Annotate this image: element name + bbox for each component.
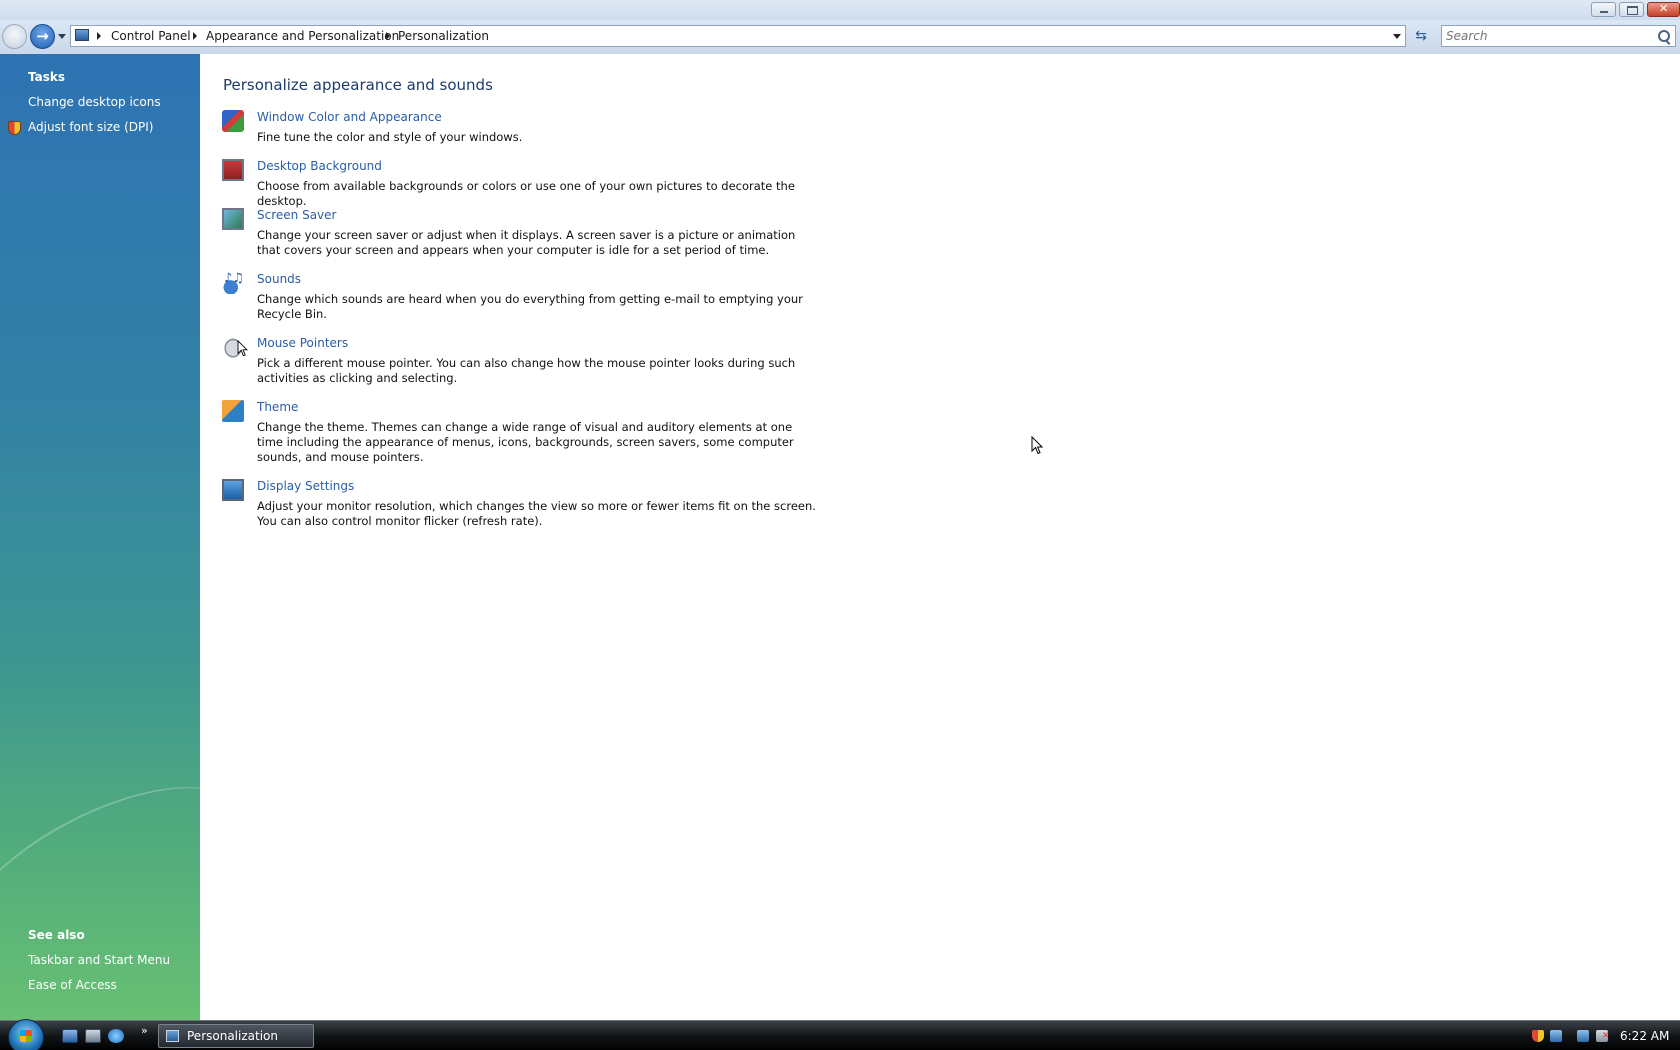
adjust-font-size-link[interactable]: Adjust font size (DPI) <box>28 120 153 134</box>
quick-launch-more-button[interactable]: » <box>141 1024 148 1037</box>
title-bar <box>0 0 1680 20</box>
address-dropdown-icon[interactable] <box>1393 34 1401 39</box>
search-icon[interactable] <box>1658 30 1670 42</box>
main-content: Personalize appearance and sounds Window… <box>200 54 1680 1020</box>
taskbar-button-label: Personalization <box>187 1029 278 1043</box>
item-description: Change your screen saver or adjust when … <box>257 228 796 257</box>
ease-of-access-link[interactable]: Ease of Access <box>28 978 117 992</box>
uac-shield-icon <box>8 121 21 135</box>
mouse-pointers-link[interactable]: Mouse Pointers <box>257 336 348 350</box>
breadcrumb-separator-icon[interactable] <box>193 32 197 40</box>
clock[interactable]: 6:22 AM <box>1620 1029 1669 1043</box>
breadcrumb-appearance-and-personalization[interactable]: Appearance and Personalization <box>206 29 399 43</box>
search-box[interactable] <box>1441 25 1676 47</box>
refresh-button[interactable]: ⇆ <box>1411 26 1431 46</box>
desktop-background-icon[interactable] <box>222 159 244 181</box>
recent-pages-dropdown-icon[interactable] <box>58 34 66 39</box>
theme-icon[interactable] <box>222 400 244 422</box>
item-description: Fine tune the color and style of your wi… <box>257 130 523 144</box>
taskbar: » Personalization 6:22 AM <box>0 1019 1680 1050</box>
breadcrumb-control-panel[interactable]: Control Panel <box>111 29 191 43</box>
search-input[interactable] <box>1446 29 1646 43</box>
switch-windows-icon[interactable] <box>85 1029 101 1043</box>
control-panel-icon <box>75 29 89 41</box>
taskbar-and-start-menu-link[interactable]: Taskbar and Start Menu <box>28 953 170 967</box>
mouse-cursor-icon <box>1031 435 1044 455</box>
change-desktop-icons-link[interactable]: Change desktop icons <box>28 95 161 109</box>
breadcrumb-personalization[interactable]: Personalization <box>398 29 489 43</box>
theme-link[interactable]: Theme <box>257 400 298 414</box>
screen-saver-link[interactable]: Screen Saver <box>257 208 336 222</box>
item-description: Choose from available backgrounds or col… <box>257 179 795 208</box>
window-color-icon[interactable] <box>222 110 244 132</box>
screen-saver-icon[interactable] <box>222 208 244 230</box>
start-button[interactable] <box>8 1019 44 1050</box>
taskbar-button-personalization[interactable]: Personalization <box>158 1024 314 1048</box>
volume-muted-icon[interactable] <box>1596 1030 1610 1042</box>
navigation-bar: → Control Panel Appearance and Personali… <box>0 20 1680 54</box>
minimize-button[interactable] <box>1591 2 1616 17</box>
close-button[interactable] <box>1647 2 1680 17</box>
see-also-heading: See also <box>28 928 85 942</box>
address-bar[interactable]: Control Panel Appearance and Personaliza… <box>70 25 1406 47</box>
item-description: Change which sounds are heard when you d… <box>257 292 803 321</box>
tasks-heading: Tasks <box>28 70 66 84</box>
item-description: Pick a different mouse pointer. You can … <box>257 356 796 385</box>
forward-button[interactable]: → <box>30 24 55 49</box>
item-description: Change the theme. Themes can change a wi… <box>257 420 794 464</box>
sounds-icon[interactable] <box>222 271 244 294</box>
network-status-icon[interactable] <box>1577 1030 1589 1042</box>
display-settings-icon[interactable] <box>222 479 244 501</box>
back-button[interactable] <box>2 24 27 49</box>
maximize-button[interactable] <box>1619 2 1644 17</box>
sounds-link[interactable]: Sounds <box>257 272 301 286</box>
breadcrumb-separator-icon[interactable] <box>386 32 390 40</box>
security-center-icon[interactable] <box>1532 1030 1544 1042</box>
mouse-cursor-icon <box>237 339 249 357</box>
network-icon[interactable] <box>1550 1030 1562 1042</box>
show-desktop-icon[interactable] <box>62 1029 78 1043</box>
page-title: Personalize appearance and sounds <box>223 76 493 94</box>
window-color-link[interactable]: Window Color and Appearance <box>257 110 442 124</box>
item-description: Adjust your monitor resolution, which ch… <box>257 499 816 528</box>
breadcrumb-separator-icon[interactable] <box>97 32 101 40</box>
task-pane: Tasks Change desktop icons Adjust font s… <box>0 54 200 1020</box>
desktop-background-link[interactable]: Desktop Background <box>257 159 382 173</box>
display-settings-link[interactable]: Display Settings <box>257 479 354 493</box>
internet-explorer-icon[interactable] <box>108 1029 124 1043</box>
personalization-window-icon <box>166 1030 179 1042</box>
